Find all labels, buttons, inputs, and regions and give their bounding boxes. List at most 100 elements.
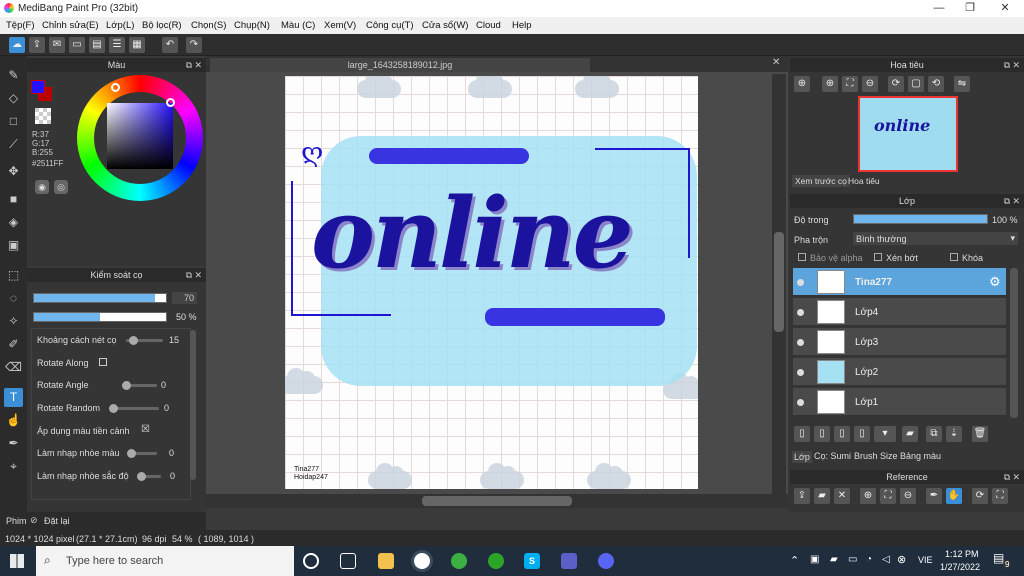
rotate-icon[interactable]: ⟳ [888,76,904,92]
cloud-icon[interactable]: ☁ [9,37,25,53]
skype-icon[interactable]: S [524,553,540,569]
document-icon[interactable]: ▤ [89,37,105,53]
fullscreen-icon[interactable]: ⛶ [992,488,1008,504]
rotate-left-icon[interactable]: ⟲ [928,76,944,92]
new-layer-icon[interactable]: ▯ [794,426,810,442]
lasso-tool-icon[interactable]: ◌ [4,289,23,308]
palette-add-icon[interactable]: ◎ [54,180,68,194]
transparent-swatch[interactable] [35,108,51,124]
close-icon[interactable]: ✕ [194,58,202,72]
layer-row[interactable]: Lớp4 [793,298,1006,326]
line-tool-icon[interactable]: ⟋ [4,135,23,154]
close-icon[interactable]: ✕ [1012,470,1020,484]
fill-rect-icon[interactable]: ■ [4,190,23,209]
new-halftone-layer-icon[interactable]: ▯ [814,426,830,442]
close-icon[interactable]: ✕ [772,57,780,68]
brush-preview-tab[interactable]: Xem trước cọ [792,175,850,187]
fg-color-checkbox[interactable]: ☒ [141,424,150,435]
hand-icon[interactable]: ✋ [946,488,962,504]
brush-size-value[interactable]: 70 [172,292,197,304]
gear-icon[interactable]: ⚙ [989,274,1001,290]
new-8bit-layer-icon[interactable]: ▯ [854,426,870,442]
brush-size-slider[interactable] [33,293,167,303]
close-icon[interactable]: ✕ [194,268,202,282]
language-indicator[interactable]: VIE [918,555,933,565]
chat-icon[interactable]: ▭ [69,37,85,53]
fit-icon[interactable]: ⛶ [842,76,858,92]
brush-panel-scrollbar[interactable] [190,330,196,480]
menu-window[interactable]: Cửa sổ(W) [422,20,468,31]
select-pen-icon[interactable]: ✐ [4,335,23,354]
popout-icon[interactable]: ⧉ [1004,58,1010,72]
menu-layer[interactable]: Lớp(L) [106,20,134,31]
cortana-icon[interactable] [303,553,319,569]
popout-icon[interactable]: ⧉ [1004,470,1010,484]
rotate-along-checkbox[interactable] [99,358,107,366]
clock-date[interactable]: 1/27/2022 [940,562,980,572]
wifi-icon[interactable]: ◔ [866,554,872,565]
foreground-color-swatch[interactable] [31,80,45,94]
tab-layers[interactable]: Lớp [792,451,812,463]
palette-icon[interactable]: ◉ [35,180,49,194]
menu-color[interactable]: Màu (C) [281,20,315,31]
redo-icon[interactable]: ↷ [186,37,202,53]
taskbar-search[interactable]: ⌕ Type here to search [36,546,294,576]
hue-marker[interactable] [111,83,120,92]
document-tab[interactable]: large_1643258189012.jpg [210,58,590,72]
battery-icon[interactable]: ▭ [848,554,857,565]
menu-edit[interactable]: Chỉnh sửa(E) [42,20,99,31]
windows-start-icon[interactable] [10,554,24,568]
saturation-square[interactable] [107,103,173,169]
discord-icon[interactable] [598,553,614,569]
zoom-in-icon[interactable]: ⊕ [794,76,810,92]
zoom-out-icon[interactable]: ⊖ [900,488,916,504]
color-marker[interactable] [166,98,175,107]
minimize-button[interactable]: — [924,0,954,17]
visibility-icon[interactable] [797,309,804,316]
eyedropper-icon[interactable]: ⌖ [4,457,23,476]
comment-icon[interactable]: ✉ [49,37,65,53]
tray-icon[interactable]: ▣ [810,554,819,565]
menu-filter[interactable]: Bộ lọc(R) [142,20,182,31]
menu-capture[interactable]: Chụp(N) [234,20,270,31]
layer-row[interactable]: Lớp3 [793,328,1006,356]
navigator-preview[interactable]: online [858,96,958,172]
zoom-in-icon[interactable]: ⊕ [860,488,876,504]
trash-icon[interactable]: 🗑 [972,426,988,442]
vertical-scroll-thumb[interactable] [774,232,784,332]
popout-icon[interactable]: ⧉ [1004,194,1010,208]
fit-icon[interactable]: ⛶ [880,488,896,504]
popout-icon[interactable]: ⧉ [186,268,192,282]
blur-color-knob[interactable] [127,449,136,458]
close-icon[interactable]: ✕ [834,488,850,504]
lock-checkbox[interactable] [950,253,958,261]
clock-time[interactable]: 1:12 PM [945,549,979,559]
duplicate-icon[interactable]: ⧉ [926,426,942,442]
open-folder-icon[interactable]: ▰ [814,488,830,504]
close-button[interactable]: ✕ [990,0,1020,17]
grid-icon[interactable]: ▦ [129,37,145,53]
rotate-icon[interactable]: ⟳ [972,488,988,504]
horizontal-scrollbar[interactable] [206,494,788,508]
close-icon[interactable]: ✕ [1012,58,1020,72]
tab-brush[interactable]: Cọ: Sumi [814,451,851,461]
brush-tool-icon[interactable]: ✎ [4,66,23,85]
popout-icon[interactable]: ⧉ [186,58,192,72]
horizontal-scroll-thumb[interactable] [422,496,572,506]
task-view-icon[interactable] [340,553,356,569]
rect-tool-icon[interactable]: □ [4,112,23,131]
tab-palette[interactable]: Bảng màu [900,451,941,461]
volume-icon[interactable]: ◁ [882,554,890,565]
magic-wand-icon[interactable]: ✧ [4,312,23,331]
rotate-angle-knob[interactable] [122,381,131,390]
add-layer-menu-icon[interactable]: ▾ [874,426,896,442]
list-icon[interactable]: ☰ [109,37,125,53]
operation-tool-icon[interactable]: ☝ [4,411,23,430]
visibility-icon[interactable] [797,279,804,286]
select-rect-icon[interactable]: ⬚ [4,266,23,285]
blend-select[interactable]: Bình thường ▾ [853,232,1018,245]
close-icon[interactable]: ✕ [1012,194,1020,208]
upload-icon[interactable]: ⇪ [794,488,810,504]
flip-icon[interactable]: ⇋ [954,76,970,92]
layer-scrollbar[interactable] [1010,268,1018,418]
